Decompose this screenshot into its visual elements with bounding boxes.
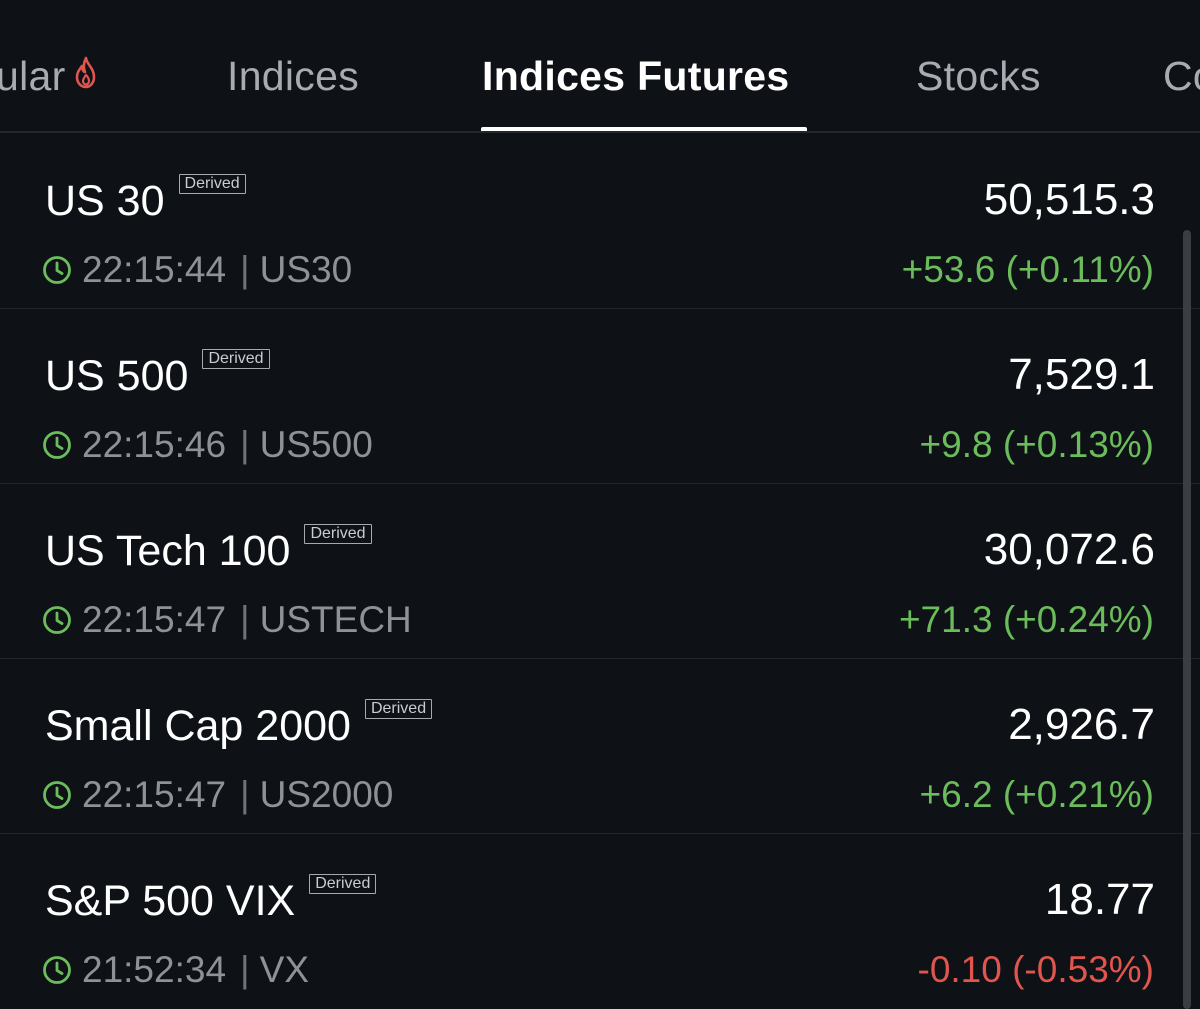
derived-badge: Derived [304,524,372,544]
instrument-symbol: VX [259,949,310,990]
separator: | [240,424,250,465]
tab-commodities[interactable]: Co [1163,52,1200,100]
quote-time: 22:15:46 [82,424,227,465]
derived-badge: Derived [364,699,433,719]
instrument-name: US Tech 100 [45,527,291,575]
instrument-symbol: US30 [259,249,353,290]
quote-meta: 21:52:34 | VX [42,948,309,992]
instrument-name: S&P 500 VIX [45,877,296,925]
derived-badge: Derived [178,174,246,194]
instrument-name-row: US 500 Derived [45,349,270,401]
quote-time: 21:52:34 [82,949,227,990]
tab-indices-futures[interactable]: Indices Futures [482,52,790,100]
instrument-name: US 500 [45,352,189,400]
price-change: +53.6 (+0.11%) [901,249,1154,290]
instrument-name: Small Cap 2000 [45,702,351,750]
quote-meta: 22:15:46 | US500 [42,423,373,467]
instrument-symbol: USTECH [259,599,412,640]
last-price: 7,529.1 [1008,350,1155,399]
quote-list: US 30 Derived 22:15:44 | US30 50,515.3 +53.… [0,134,1200,1009]
price-change: +71.3 (+0.24%) [898,599,1154,640]
tab-label: ular [0,53,66,99]
scrollbar[interactable] [1183,230,1191,1009]
quote-time: 22:15:47 [82,599,227,640]
price-change: +6.2 (+0.21%) [919,774,1154,815]
quote-row-us500[interactable]: US 500 Derived 22:15:46 | US500 7,529.1 +9.… [0,309,1200,484]
quote-row-ustech[interactable]: US Tech 100 Derived 22:15:47 | USTECH 30,07… [0,484,1200,659]
quote-time: 22:15:47 [82,774,227,815]
quote-meta: 22:15:47 | USTECH [42,598,412,642]
instrument-symbol: US500 [259,424,373,465]
last-price: 2,926.7 [1008,700,1155,749]
price-change: +9.8 (+0.13%) [919,424,1154,465]
fire-icon [72,52,100,100]
instrument-name: US 30 [45,177,165,225]
quote-row-us2000[interactable]: Small Cap 2000 Derived 22:15:47 | US2000 2,… [0,659,1200,834]
category-tabs: ular Indices Indices Futures Stocks Co [0,0,1200,133]
quote-row-us30[interactable]: US 30 Derived 22:15:44 | US30 50,515.3 +53.… [0,134,1200,309]
separator: | [240,599,250,640]
clock-icon [43,956,71,984]
instrument-name-row: US Tech 100 Derived [45,524,372,576]
clock-icon [43,781,71,809]
quote-meta: 22:15:44 | US30 [42,248,352,292]
quote-row-vx[interactable]: S&P 500 VIX Derived 21:52:34 | VX 18.77 -0.… [0,834,1200,1009]
instrument-name-row: Small Cap 2000 Derived [45,699,433,751]
separator: | [240,774,250,815]
clock-icon [43,256,71,284]
tab-stocks[interactable]: Stocks [916,52,1041,100]
tab-indices[interactable]: Indices [227,52,359,100]
derived-badge: Derived [202,349,270,369]
last-price: 50,515.3 [983,175,1155,224]
instrument-symbol: US2000 [259,774,394,815]
last-price: 30,072.6 [983,525,1155,574]
instrument-name-row: US 30 Derived [45,174,246,226]
separator: | [240,949,250,990]
active-tab-indicator [481,127,807,131]
quote-meta: 22:15:47 | US2000 [42,773,393,817]
clock-icon [43,606,71,634]
last-price: 18.77 [1044,875,1155,924]
separator: | [240,249,250,290]
quote-time: 22:15:44 [82,249,227,290]
instrument-name-row: S&P 500 VIX Derived [45,874,377,926]
price-change: -0.10 (-0.53%) [917,949,1155,990]
derived-badge: Derived [309,874,377,894]
tab-popular[interactable]: ular [0,52,100,100]
clock-icon [43,431,71,459]
